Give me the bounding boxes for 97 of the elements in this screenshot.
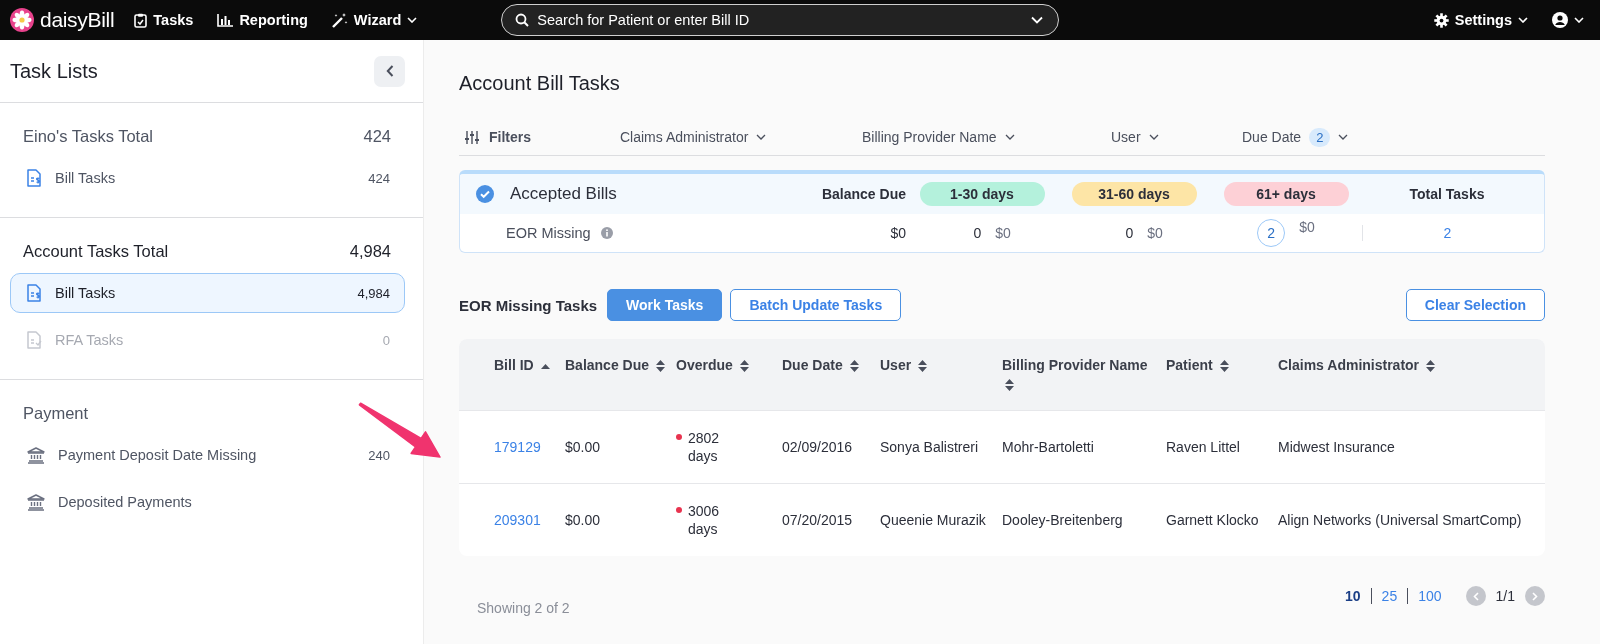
nav-link[interactable]: Reporting [217, 12, 308, 28]
status-dot [676, 507, 682, 513]
amount-value: $0 [1147, 225, 1163, 241]
bank-icon [27, 446, 45, 464]
chevron-down-icon [1148, 134, 1159, 140]
group-total: 424 [363, 127, 391, 146]
table-cell-text: Queenie Murazik [880, 511, 987, 529]
filter-dropdown[interactable]: Claims Administrator [620, 129, 862, 145]
column-header[interactable]: User [880, 356, 1002, 410]
column-header[interactable]: Balance Due [565, 356, 676, 410]
column-heading: Total Tasks [1408, 186, 1486, 202]
table-cell: 2802 days [676, 429, 782, 465]
task-list-item[interactable]: Payment Deposit Date Missing 240 [10, 435, 405, 475]
age-bucket-tag: 1-30 days [919, 182, 1045, 206]
table-cell-text: $0.00 [565, 438, 602, 456]
group-total: 4,984 [349, 242, 391, 261]
info-icon [600, 227, 613, 239]
page-indicator: 1/1 [1495, 588, 1515, 604]
filter-dropdown[interactable]: User [1111, 129, 1242, 145]
page-size-option[interactable]: 10 [1345, 588, 1361, 604]
status-dot [676, 434, 682, 440]
filter-dropdown[interactable]: Billing Provider Name [862, 129, 1111, 145]
table-cell-text: 07/20/2015 [782, 511, 854, 529]
search-field[interactable]: Search for Patient or enter Bill ID [501, 4, 1060, 36]
page-size-option[interactable]: 25 [1370, 588, 1398, 604]
document-icon [27, 284, 42, 302]
document-icon [27, 169, 42, 187]
task-count: 0 [1124, 225, 1134, 241]
chevron-left-icon [1472, 591, 1479, 601]
total-tasks-link[interactable]: 2 [1362, 225, 1532, 241]
search-icon [515, 13, 530, 27]
magic-wand-icon [331, 12, 348, 28]
column-header[interactable]: Overdue [676, 356, 782, 410]
page-title: Account Bill Tasks [459, 72, 621, 95]
age-bucket-tag: 31-60 days [1071, 182, 1197, 206]
filter-dropdown[interactable]: Due Date 2 [1242, 127, 1349, 147]
table-cell-text: Sonya Balistreri [880, 438, 980, 456]
sliders-icon [465, 130, 479, 144]
balance-value: $0 [889, 225, 906, 241]
chevron-down-icon [756, 134, 767, 140]
filters-label: Filters [465, 129, 620, 145]
column-header[interactable]: Billing Provider Name [1002, 356, 1166, 410]
column-heading: Balance Due [820, 186, 906, 202]
collapse-button[interactable] [374, 55, 405, 87]
document-icon [27, 331, 42, 349]
table-cell-text: Dooley-Breitenberg [1002, 511, 1124, 529]
table-cell-text: 02/09/2016 [782, 438, 854, 456]
amount-value: $0 [995, 225, 1011, 241]
clipboard-icon [134, 12, 148, 28]
chevron-left-icon [385, 65, 394, 77]
column-header[interactable]: Bill ID [494, 356, 565, 410]
table-cell: 3006 days [676, 502, 782, 538]
sidebar-title: Task Lists [10, 59, 98, 83]
table-cell-text: Raven Littel [1166, 438, 1241, 456]
table-cell-text: Align Networks (Universal SmartComp) [1278, 511, 1523, 529]
chevron-down-icon [1338, 134, 1349, 140]
check-circle-icon [476, 185, 494, 203]
nav-link[interactable]: Wizard [331, 12, 418, 28]
summary-title: Accepted Bills [510, 184, 617, 204]
chevron-down-icon [1518, 17, 1528, 23]
group-title: Eino's Tasks Total [23, 127, 154, 146]
chevron-down-icon [1031, 16, 1044, 24]
nav-link[interactable]: Tasks [134, 12, 194, 28]
task-list-item[interactable]: Deposited Payments [10, 482, 405, 522]
column-header[interactable]: Due Date [782, 356, 880, 410]
task-list-item[interactable]: Bill Tasks 4,984 [10, 273, 405, 313]
table-cell-text: Mohr-Bartoletti [1002, 438, 1095, 456]
flower-icon [10, 8, 34, 32]
table-cell-text: Garnett Klocko [1166, 511, 1260, 529]
bill-id-link[interactable]: 179129 [494, 438, 565, 456]
chevron-down-icon [1574, 17, 1584, 23]
table-cell-text: $0.00 [565, 511, 602, 529]
column-header[interactable]: Patient [1166, 356, 1278, 410]
results-count: Showing 2 of 2 [477, 600, 570, 616]
chevron-down-icon [1004, 134, 1015, 140]
clear-selection-button[interactable]: Clear Selection [1405, 289, 1545, 321]
user-menu[interactable] [1552, 12, 1584, 28]
group-title: Account Tasks Total [23, 242, 169, 261]
page-size-option[interactable]: 100 [1407, 588, 1442, 604]
batch-update-button[interactable]: Batch Update Tasks [730, 289, 902, 321]
user-avatar-icon [1552, 12, 1568, 28]
task-count: 0 [972, 225, 982, 241]
column-header[interactable]: Claims Administrator [1278, 356, 1545, 410]
chevron-right-icon [1532, 591, 1538, 601]
settings-icon [1433, 12, 1449, 28]
age-bucket-tag: 61+ days [1223, 182, 1349, 206]
task-list-item[interactable]: Bill Tasks 424 [10, 158, 405, 198]
brand-logo[interactable]: daisyBill [10, 8, 115, 32]
settings-menu[interactable]: Settings [1433, 12, 1528, 28]
bill-id-link[interactable]: 209301 [494, 511, 565, 529]
bar-chart-icon [217, 13, 234, 27]
section-title: EOR Missing Tasks [459, 296, 598, 314]
group-title: Payment [23, 404, 89, 423]
row-label: EOR Missing [506, 225, 591, 241]
bank-icon [27, 493, 45, 511]
table-cell-text: Midwest Insurance [1278, 438, 1396, 456]
amount-value: $0 [1299, 219, 1315, 237]
